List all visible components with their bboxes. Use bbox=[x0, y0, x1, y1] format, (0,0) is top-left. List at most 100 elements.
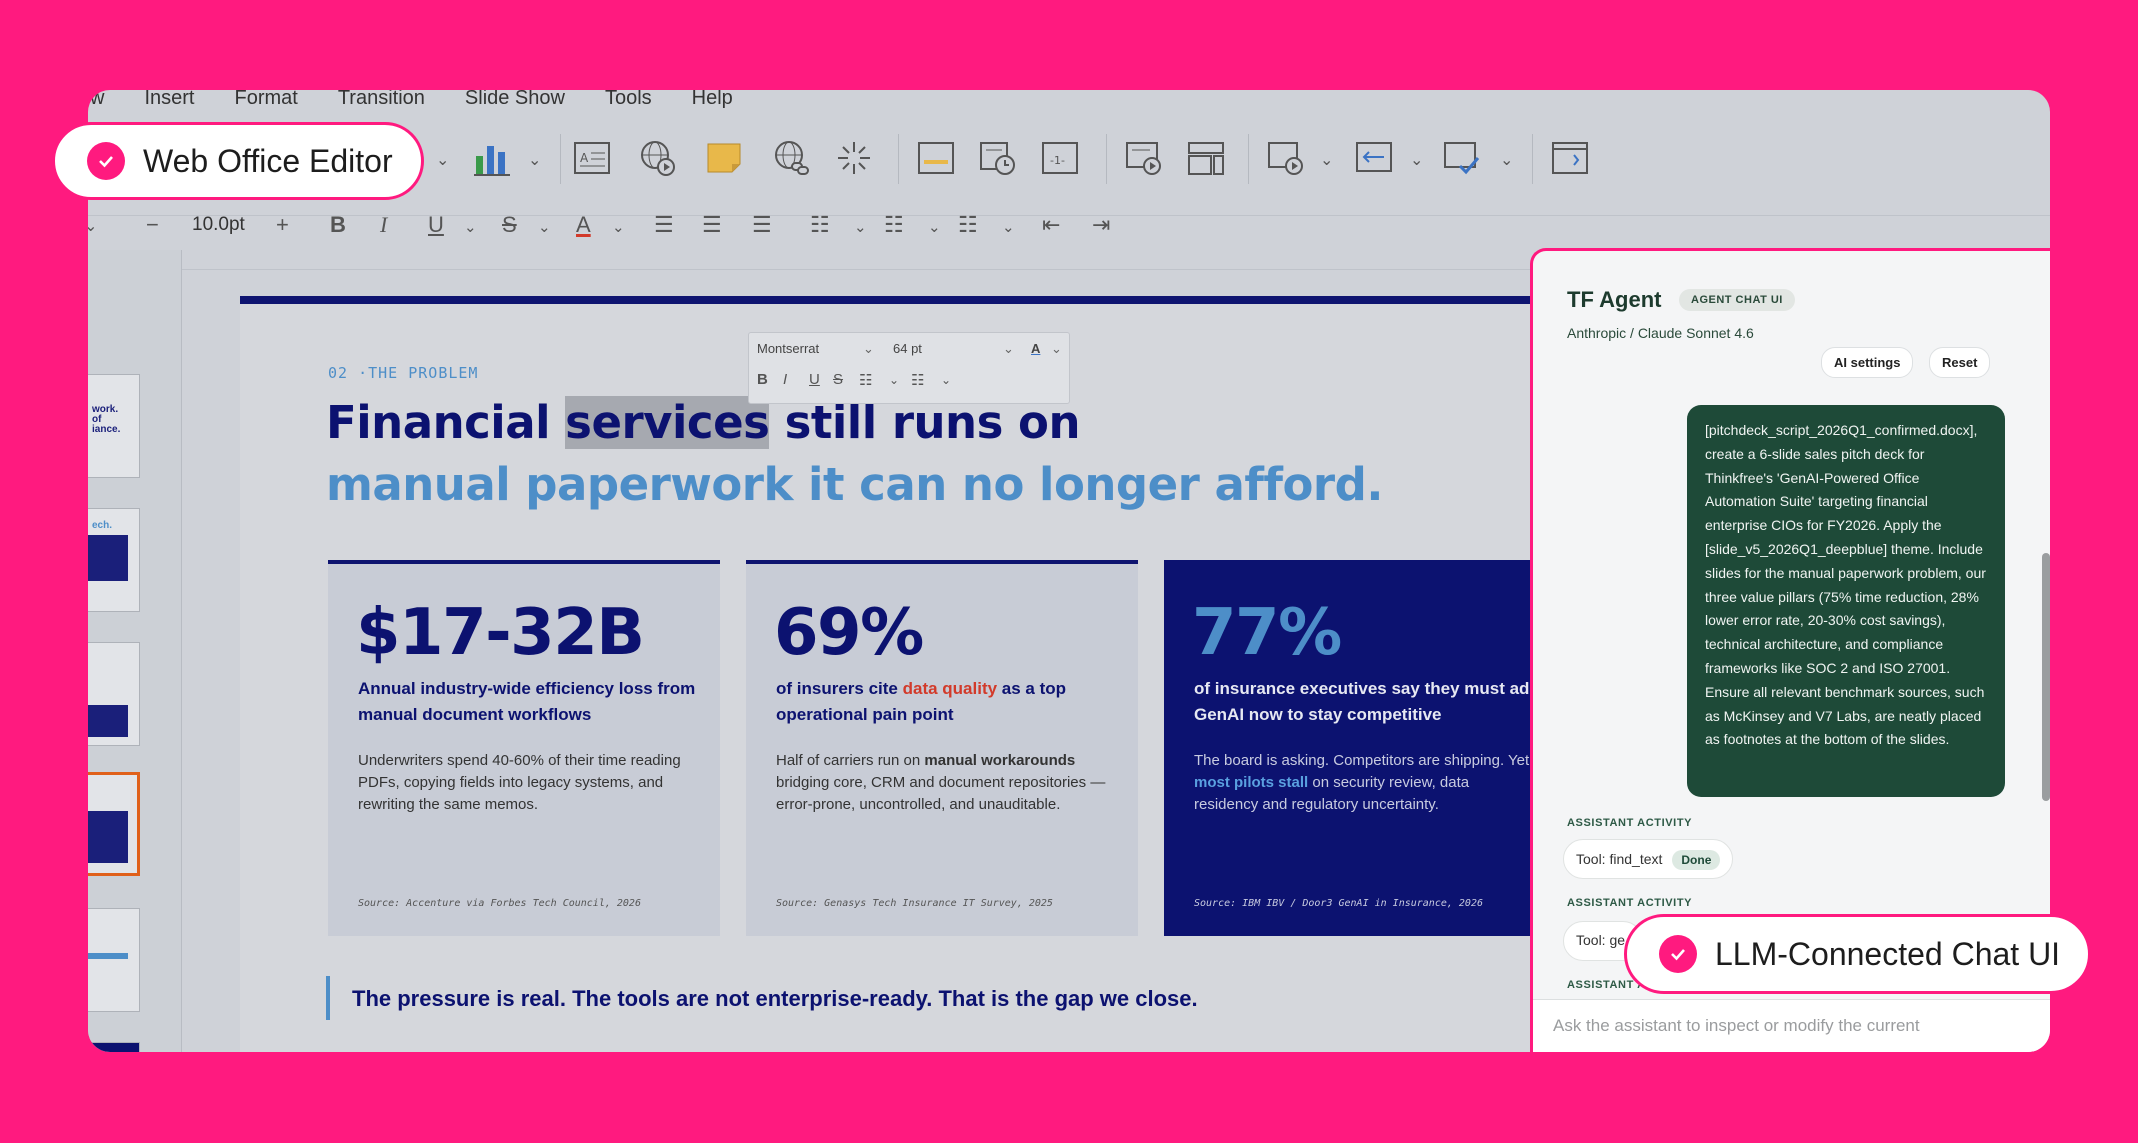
font-family-select[interactable]: Montserrat bbox=[757, 341, 819, 356]
italic-icon[interactable]: I bbox=[783, 371, 787, 388]
callout-web-office-editor: Web Office Editor bbox=[52, 122, 424, 200]
menu-item-help[interactable]: Help bbox=[692, 90, 733, 109]
chevron-down-icon[interactable]: ⌄ bbox=[528, 150, 541, 170]
slide-canvas[interactable]: 02 ·THE PROBLEM Financial services still… bbox=[240, 296, 1564, 1052]
stat-card[interactable]: 77% of insurance executives say they mus… bbox=[1164, 560, 1564, 936]
numbered-list-icon[interactable]: ☷ bbox=[911, 371, 924, 389]
chevron-down-icon[interactable]: ⌄ bbox=[1051, 341, 1062, 357]
align-left-icon[interactable]: ☰ bbox=[654, 212, 674, 238]
stat-value: 69% bbox=[774, 596, 924, 670]
section-eyebrow[interactable]: 02 ·THE PROBLEM bbox=[328, 364, 478, 382]
stat-body: The board is asking. Competitors are shi… bbox=[1194, 752, 1530, 813]
chat-input[interactable]: Ask the assistant to inspect or modify t… bbox=[1533, 999, 2050, 1052]
callout-label: Web Office Editor bbox=[143, 142, 393, 179]
chevron-down-icon[interactable]: ⌄ bbox=[538, 218, 551, 236]
web-video-icon[interactable] bbox=[638, 138, 678, 178]
chevron-down-icon[interactable]: ⌄ bbox=[889, 373, 899, 387]
slide-top-rule bbox=[240, 296, 1560, 304]
chevron-down-icon[interactable]: ⌄ bbox=[854, 218, 867, 236]
bar-chart-icon[interactable] bbox=[472, 138, 512, 178]
stat-lead: of insurers cite data quality as a top o… bbox=[776, 679, 1067, 724]
underline-icon[interactable]: U bbox=[428, 212, 444, 238]
slide-check-icon[interactable] bbox=[1442, 138, 1482, 178]
slide-thumbnail[interactable]: work. of iance. bbox=[88, 374, 140, 478]
menu-item-tools[interactable]: Tools bbox=[605, 90, 652, 109]
chevron-down-icon[interactable]: ⌄ bbox=[1002, 218, 1015, 236]
bold-icon[interactable]: B bbox=[330, 212, 346, 238]
stat-card[interactable]: 69% of insurers cite data quality as a t… bbox=[746, 560, 1138, 936]
menu-item-format[interactable]: Format bbox=[234, 90, 297, 109]
pull-quote[interactable]: The pressure is real. The tools are not … bbox=[352, 986, 1198, 1012]
toolbar-divider bbox=[1532, 134, 1533, 184]
bullet-list-icon[interactable]: ☷ bbox=[859, 371, 872, 389]
slide-layout-icon[interactable] bbox=[1186, 138, 1226, 178]
chevron-down-icon[interactable]: ⌄ bbox=[1003, 341, 1014, 357]
slide-show-icon[interactable] bbox=[1124, 138, 1164, 178]
strikethrough-icon[interactable]: S bbox=[833, 371, 843, 388]
chevron-down-icon[interactable]: ⌄ bbox=[464, 218, 477, 236]
menu-item-view[interactable]: w bbox=[90, 90, 104, 109]
side-panel-icon[interactable] bbox=[1550, 138, 1590, 178]
numbered-list-icon[interactable]: ☷ bbox=[884, 212, 904, 238]
slide-thumbnail[interactable] bbox=[88, 642, 140, 746]
activity-label: ASSISTANT ACTIVITY bbox=[1567, 897, 1693, 909]
font-color-icon[interactable]: A bbox=[576, 212, 591, 238]
bold-icon[interactable]: B bbox=[757, 371, 768, 388]
reset-button[interactable]: Reset bbox=[1929, 347, 1991, 378]
chevron-down-icon[interactable]: ⌄ bbox=[863, 341, 874, 357]
ai-settings-button[interactable]: AI settings bbox=[1821, 347, 1914, 378]
font-color-icon[interactable]: A bbox=[1031, 341, 1040, 356]
tool-activity-chip[interactable]: Tool: find_text Done bbox=[1563, 839, 1734, 879]
stat-value: $17-32B bbox=[356, 596, 645, 670]
scrollbar[interactable] bbox=[2042, 553, 2050, 801]
underline-icon[interactable]: U bbox=[809, 371, 820, 388]
toolbar-divider bbox=[560, 134, 561, 184]
align-center-icon[interactable]: ☰ bbox=[702, 212, 722, 238]
bullet-list-icon[interactable]: ☷ bbox=[810, 212, 830, 238]
slide-thumbnail-panel: work. of iance. ech. bbox=[88, 250, 182, 1052]
chevron-down-icon[interactable]: ⌄ bbox=[928, 218, 941, 236]
decrease-font-size-button[interactable]: − bbox=[146, 212, 159, 238]
chevron-down-icon[interactable]: ⌄ bbox=[612, 218, 625, 236]
increase-indent-icon[interactable]: ⇥ bbox=[1092, 212, 1110, 238]
magic-wand-icon[interactable] bbox=[834, 138, 874, 178]
sticky-note-icon[interactable] bbox=[704, 138, 744, 178]
text-box-icon[interactable]: A bbox=[572, 138, 612, 178]
chevron-down-icon[interactable]: ⌄ bbox=[1500, 150, 1513, 170]
stat-card[interactable]: $17-32B Annual industry-wide efficiency … bbox=[328, 560, 720, 936]
slide-thumbnail[interactable]: ech. bbox=[88, 508, 140, 612]
hyperlink-icon[interactable] bbox=[772, 138, 812, 178]
header-footer-icon[interactable] bbox=[916, 138, 956, 178]
menu-item-transition[interactable]: Transition bbox=[338, 90, 425, 109]
slide-thumbnail[interactable] bbox=[88, 1042, 140, 1052]
align-right-icon[interactable]: ☰ bbox=[752, 212, 772, 238]
date-time-icon[interactable] bbox=[978, 138, 1018, 178]
selected-text[interactable]: services bbox=[565, 396, 770, 449]
activity-label: ASSISTANT ACTIVITY bbox=[1567, 817, 1693, 829]
stat-body: Half of carriers run on manual workaroun… bbox=[776, 752, 1106, 813]
chevron-down-icon[interactable]: ⌄ bbox=[941, 373, 951, 387]
strikethrough-icon[interactable]: S bbox=[502, 212, 517, 238]
callout-label: LLM-Connected Chat UI bbox=[1715, 935, 2061, 972]
transition-icon[interactable] bbox=[1354, 138, 1394, 178]
toolbar-divider bbox=[1248, 134, 1249, 184]
quote-accent-bar bbox=[326, 976, 330, 1020]
chevron-down-icon[interactable]: ⌄ bbox=[1320, 150, 1333, 170]
chevron-down-icon[interactable]: ⌄ bbox=[88, 216, 97, 236]
decrease-indent-icon[interactable]: ⇤ bbox=[1042, 212, 1060, 238]
stat-source: Source: Genasys Tech Insurance IT Survey… bbox=[776, 898, 1053, 909]
italic-icon[interactable]: I bbox=[380, 212, 387, 238]
font-size-field[interactable]: 10.0pt bbox=[192, 214, 245, 236]
slide-thumbnail[interactable] bbox=[88, 908, 140, 1012]
menu-item-insert[interactable]: Insert bbox=[144, 90, 194, 109]
slide-title-line-2[interactable]: manual paperwork it can no longer afford… bbox=[326, 458, 1383, 511]
multilevel-list-icon[interactable]: ☷ bbox=[958, 212, 978, 238]
chevron-down-icon[interactable]: ⌄ bbox=[1410, 150, 1423, 170]
font-size-select[interactable]: 64 pt bbox=[893, 341, 922, 356]
increase-font-size-button[interactable]: + bbox=[276, 212, 289, 238]
chevron-down-icon[interactable]: ⌄ bbox=[436, 150, 449, 170]
slide-thumbnail-selected[interactable] bbox=[88, 772, 140, 876]
slide-number-icon[interactable]: -1- bbox=[1040, 138, 1080, 178]
start-slide-show-icon[interactable] bbox=[1266, 138, 1306, 178]
menu-item-slide-show[interactable]: Slide Show bbox=[465, 90, 565, 109]
